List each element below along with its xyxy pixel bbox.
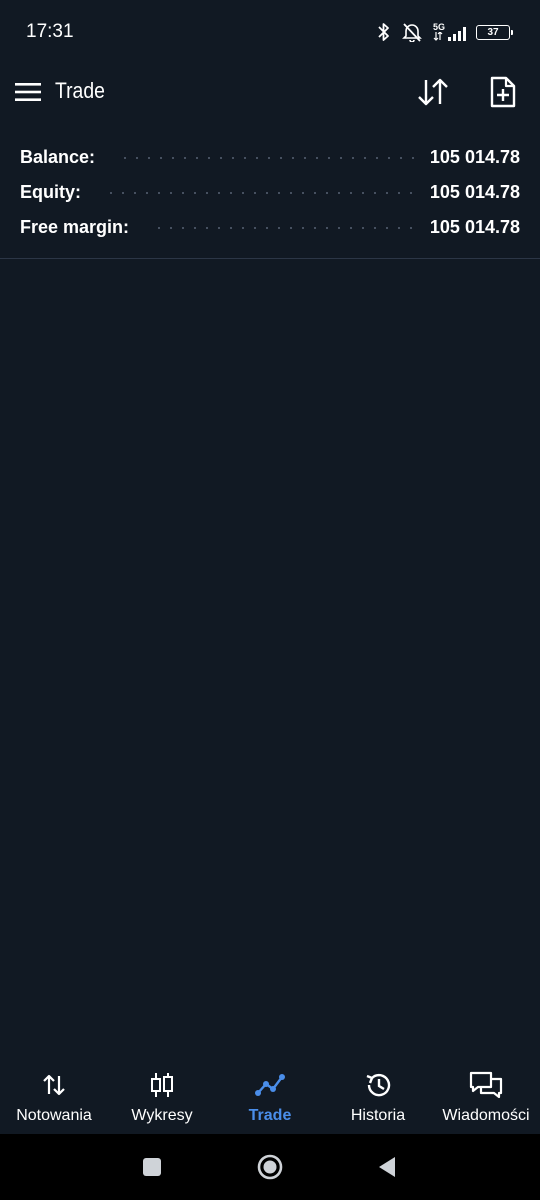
nav-label: Notowania <box>16 1107 92 1124</box>
battery-icon: 37 <box>476 24 513 40</box>
nav-item-trade[interactable]: Trade <box>216 1056 324 1134</box>
nav-label: Historia <box>350 1107 406 1124</box>
back-button[interactable] <box>372 1152 402 1182</box>
menu-icon <box>15 83 41 101</box>
new-order-button[interactable] <box>484 72 522 112</box>
sort-button[interactable] <box>414 73 452 111</box>
nav-label: Trade <box>248 1107 292 1124</box>
history-icon <box>363 1069 393 1101</box>
status-icons: 5G 37 <box>377 18 513 46</box>
nav-label: Wykresy <box>131 1107 193 1124</box>
nav-item-notowania[interactable]: Notowania <box>0 1056 108 1134</box>
dotted-leader <box>153 226 416 229</box>
dotted-leader <box>105 191 416 194</box>
signal-icon: 5G <box>433 23 466 41</box>
bluetooth-icon <box>377 22 391 42</box>
new-order-icon <box>490 76 516 108</box>
trade-screen: 17:31 5G 37 Trade Balance: 105 014.78 Eq… <box>0 0 540 1200</box>
status-bar: 17:31 5G 37 <box>0 0 540 64</box>
back-icon <box>379 1157 395 1177</box>
sort-icon <box>418 78 448 106</box>
messages-icon <box>469 1069 503 1101</box>
home-icon <box>257 1154 283 1180</box>
free-margin-row: Free margin: 105 014.78 <box>0 210 540 245</box>
page-title: Trade <box>55 78 105 103</box>
free-margin-label: Free margin: <box>20 217 130 237</box>
menu-button[interactable] <box>14 78 42 106</box>
home-button[interactable] <box>255 1152 285 1182</box>
system-navigation-bar <box>0 1134 540 1200</box>
nav-label: Wiadomości <box>442 1107 530 1124</box>
equity-row: Equity: 105 014.78 <box>0 175 540 210</box>
nav-item-wiadomosci[interactable]: Wiadomości <box>432 1056 540 1134</box>
balance-value: 105 014.78 <box>429 147 520 167</box>
balance-label: Balance: <box>20 147 96 167</box>
free-margin-value: 105 014.78 <box>429 217 520 237</box>
equity-value: 105 014.78 <box>429 182 520 202</box>
bell-off-icon <box>401 22 423 42</box>
account-summary: Balance: 105 014.78 Equity: 105 014.78 F… <box>0 140 540 245</box>
candlestick-icon <box>149 1069 175 1101</box>
recents-icon <box>143 1158 161 1176</box>
summary-divider <box>0 258 540 259</box>
dotted-leader <box>119 156 416 159</box>
nav-item-historia[interactable]: Historia <box>324 1056 432 1134</box>
equity-label: Equity: <box>20 182 81 202</box>
status-time: 17:31 <box>26 21 74 42</box>
top-app-bar: Trade <box>0 64 540 120</box>
trade-icon <box>255 1069 285 1101</box>
network-label: 5G <box>432 22 445 32</box>
quotes-icon <box>42 1069 66 1101</box>
nav-item-wykresy[interactable]: Wykresy <box>108 1056 216 1134</box>
balance-row: Balance: 105 014.78 <box>0 140 540 175</box>
recents-button[interactable] <box>137 1152 167 1182</box>
bottom-navigation: Notowania Wykresy Trade Historia Wiadomo… <box>0 1056 540 1134</box>
